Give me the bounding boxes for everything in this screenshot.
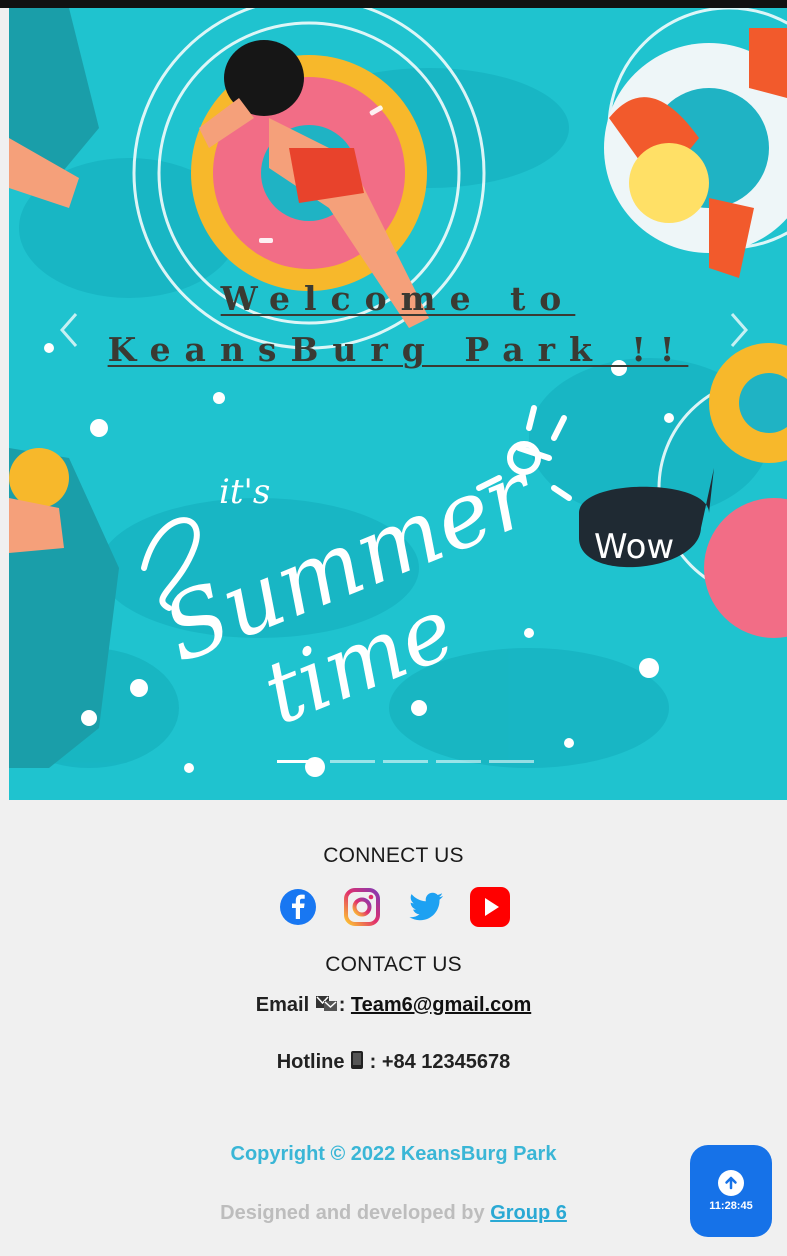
svg-text:Wow: Wow xyxy=(594,527,674,567)
twitter-link[interactable] xyxy=(405,886,447,928)
back-to-top-button[interactable]: 11:28:45 xyxy=(690,1145,772,1237)
top-bar xyxy=(0,0,787,8)
summer-pool-illustration: it's Summer time Wow xyxy=(9,8,787,800)
hotline-value: +84 12345678 xyxy=(381,1051,511,1073)
hero-carousel: it's Summer time Wow Welcome to KeansBur… xyxy=(9,8,787,800)
youtube-link[interactable] xyxy=(469,886,511,928)
email-line: Email : Team6@gmail.com xyxy=(0,993,787,1017)
email-icon xyxy=(315,996,337,1011)
social-links xyxy=(0,886,787,928)
hotline-line: Hotline : +84 12345678 xyxy=(0,1050,787,1074)
contact-heading: CONTACT US xyxy=(325,953,462,976)
connect-heading: CONNECT US xyxy=(323,844,464,867)
svg-text:it's: it's xyxy=(219,472,270,512)
phone-icon xyxy=(351,1051,364,1069)
youtube-icon xyxy=(469,887,510,927)
carousel-indicator[interactable] xyxy=(330,760,375,763)
footer: CONNECT US CONTACT US Email: Team6@gmai… xyxy=(0,800,787,1256)
email-label: Email xyxy=(255,994,310,1016)
designed-by-line: Designed and developed by Group 6 xyxy=(0,1202,787,1225)
welcome-title-line2: KeansBurg Park !! xyxy=(107,330,689,369)
designed-by-text: Designed and developed by xyxy=(220,1202,485,1224)
carousel-active-dot xyxy=(305,757,325,777)
arrow-up-icon xyxy=(718,1170,744,1196)
group-link[interactable]: Group 6 xyxy=(490,1202,567,1224)
carousel-indicator[interactable] xyxy=(489,760,534,763)
instagram-link[interactable] xyxy=(341,886,383,928)
welcome-title-line1: Welcome to xyxy=(220,279,576,318)
facebook-link[interactable] xyxy=(277,886,319,928)
email-separator: : xyxy=(338,994,346,1016)
clock-time: 11:28:45 xyxy=(709,1200,753,1212)
twitter-icon xyxy=(408,892,443,921)
email-link[interactable]: Team6@gmail.com xyxy=(351,994,531,1016)
carousel-indicator[interactable] xyxy=(436,760,481,763)
facebook-icon xyxy=(279,889,316,925)
instagram-icon xyxy=(343,888,380,926)
carousel-indicator[interactable] xyxy=(383,760,428,763)
hotline-label: Hotline xyxy=(276,1051,345,1073)
copyright-text: Copyright © 2022 KeansBurg Park xyxy=(230,1143,557,1165)
hotline-separator: : xyxy=(369,1051,377,1073)
